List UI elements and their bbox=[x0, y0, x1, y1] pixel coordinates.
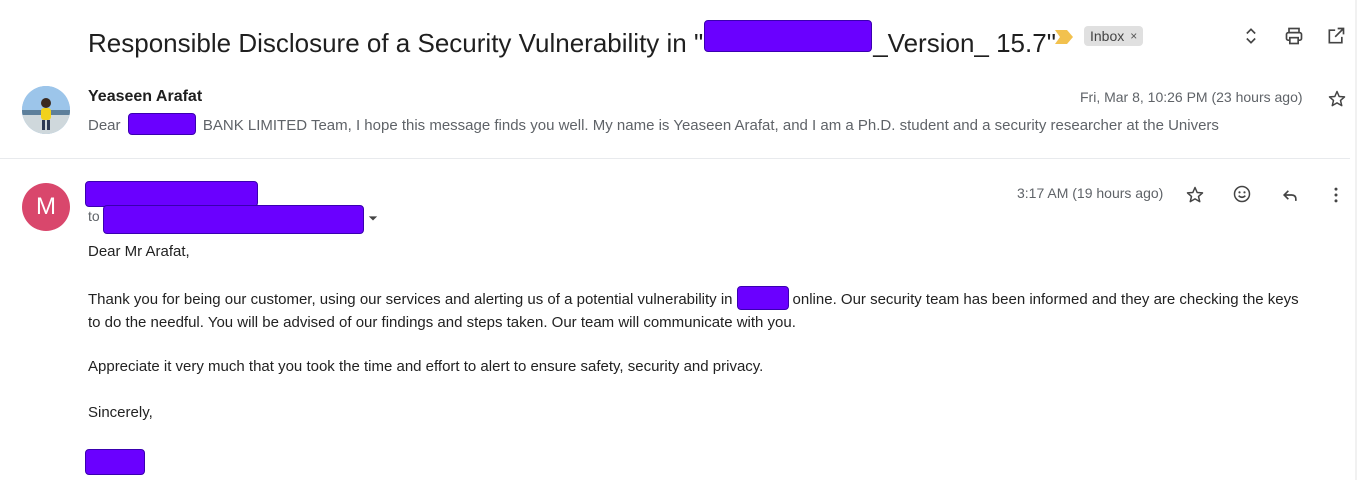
important-marker-icon[interactable] bbox=[1055, 30, 1073, 44]
paragraph-text: to do the needful. You will be advised o… bbox=[88, 314, 796, 331]
recipient-label: to bbox=[88, 208, 100, 224]
redacted-block bbox=[704, 20, 873, 52]
sender-avatar[interactable] bbox=[22, 86, 70, 134]
email-greeting: Dear Mr Arafat, bbox=[88, 243, 190, 260]
sender-name[interactable]: Yeaseen Arafat bbox=[88, 88, 202, 106]
subject-prefix: Responsible Disclosure of a Security Vul… bbox=[88, 28, 704, 58]
remove-label-icon[interactable]: × bbox=[1130, 26, 1137, 46]
message-date: 3:17 AM (19 hours ago) bbox=[1017, 185, 1164, 201]
sender-avatar[interactable]: M bbox=[22, 183, 70, 231]
email-paragraph-1: Thank you for being our customer, using … bbox=[88, 286, 1348, 334]
snippet-prefix: Dear bbox=[88, 117, 121, 134]
reply-icon[interactable] bbox=[1278, 183, 1302, 207]
redacted-block bbox=[127, 113, 196, 135]
star-icon[interactable] bbox=[1183, 183, 1207, 207]
unfold-icon[interactable] bbox=[1239, 24, 1263, 48]
emoji-icon[interactable] bbox=[1230, 182, 1254, 206]
open-in-new-window-icon[interactable] bbox=[1324, 24, 1348, 48]
email-subject: Responsible Disclosure of a Security Vul… bbox=[88, 20, 1056, 59]
inbox-label-text: Inbox bbox=[1090, 28, 1125, 44]
scrollbar-track[interactable] bbox=[1355, 0, 1357, 480]
snippet-text: BANK LIMITED Team, I hope this message f… bbox=[202, 117, 1219, 134]
star-icon[interactable] bbox=[1325, 87, 1349, 111]
caret-down-icon[interactable] bbox=[361, 206, 385, 230]
paragraph-text: online. Our security team has been infor… bbox=[792, 291, 1299, 308]
redacted-recipient bbox=[103, 205, 364, 234]
more-vertical-icon[interactable] bbox=[1324, 183, 1348, 207]
inbox-label[interactable]: Inbox × bbox=[1084, 26, 1144, 46]
redacted-signature bbox=[85, 449, 145, 475]
redacted-block bbox=[736, 286, 789, 310]
email-closing: Sincerely, bbox=[88, 404, 153, 421]
subject-suffix: _Version_ 15.7" bbox=[873, 28, 1056, 58]
paragraph-text: Thank you for being our customer, using … bbox=[88, 291, 733, 308]
email-paragraph-2: Appreciate it very much that you took th… bbox=[88, 358, 764, 375]
redacted-sender-name bbox=[85, 181, 258, 207]
message-date: Fri, Mar 8, 10:26 PM (23 hours ago) bbox=[1080, 89, 1303, 105]
printer-icon[interactable] bbox=[1282, 24, 1306, 48]
message-snippet[interactable]: Dear BANK LIMITED Team, I hope this mess… bbox=[88, 113, 1219, 135]
message-divider bbox=[0, 158, 1350, 159]
